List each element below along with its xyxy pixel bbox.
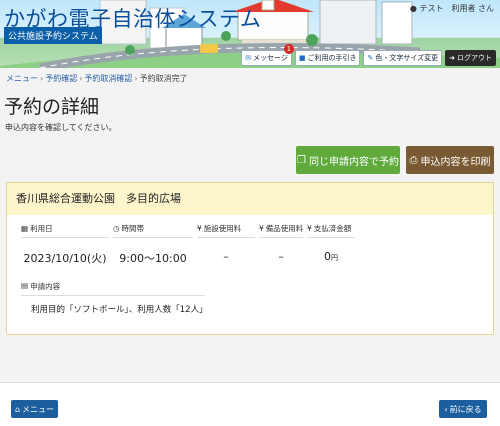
page-title: 予約の詳細 xyxy=(4,96,100,118)
equipment-fee-label: 備品使用料 xyxy=(265,224,304,233)
message-badge: 1 xyxy=(283,44,294,54)
time-value: 9:00～10:00 xyxy=(119,252,187,265)
equipment-fee-column: ¥ 備品使用料 – xyxy=(259,223,303,263)
yen-icon: ¥ xyxy=(307,224,312,233)
logout-icon: ➜ xyxy=(449,54,455,62)
time-column: ◷ 時間帯 9:00～10:00 xyxy=(113,223,193,266)
time-label: 時間帯 xyxy=(121,224,145,233)
application-value: 利用目的「ソフトボール」、利用人数「12人」 xyxy=(31,305,208,315)
paid-amount-value: 0 xyxy=(324,250,331,263)
paid-amount: 0円 xyxy=(307,250,355,263)
page-hint: 申込内容を確認してください。 xyxy=(5,123,117,132)
message-label: メッセージ xyxy=(252,54,288,62)
paid-amount-column: ¥ 支払済金額 0円 xyxy=(307,223,355,263)
document-icon: ▤ xyxy=(21,281,29,290)
message-icon: ✉ xyxy=(245,54,251,62)
guide-button[interactable]: ■ ご利用の手引き xyxy=(294,50,361,66)
breadcrumb-separator: › xyxy=(134,74,138,83)
breadcrumb: メニュー › 予約確認 › 予約取消確認 › 予約取消完了 xyxy=(6,73,188,84)
facility-name: 香川県総合運動公園 多目的広場 xyxy=(7,183,493,215)
breadcrumb-separator: › xyxy=(40,74,44,83)
user-info: ● テスト 利用者 さん xyxy=(410,3,494,14)
breadcrumb-current: 予約取消完了 xyxy=(139,74,188,83)
guide-label: ご利用の手引き xyxy=(307,54,357,62)
menu-button[interactable]: ⌂ メニュー xyxy=(11,400,58,418)
facility-fee-label: 施設使用料 xyxy=(203,224,242,233)
facility-fee-column: ¥ 施設使用料 – xyxy=(197,223,255,263)
reservation-card: 香川県総合運動公園 多目的広場 ▦ 利用日 2023/10/10(火) ◷ 時間… xyxy=(6,182,494,335)
footer-bar: ⌂ メニュー ‹ 前に戻る xyxy=(0,382,500,426)
display-settings-button[interactable]: ✎ 色・文字サイズ変更 xyxy=(363,50,443,66)
same-reservation-button[interactable]: ❐ 同じ申請内容で予約 xyxy=(296,146,400,174)
printer-icon: ⎙ xyxy=(409,154,418,166)
use-date-header: ▦ 利用日 xyxy=(21,223,109,238)
breadcrumb-cancel-confirm[interactable]: 予約取消確認 xyxy=(84,74,132,83)
back-button[interactable]: ‹ 前に戻る xyxy=(439,400,487,418)
application-label: 申請内容 xyxy=(30,282,61,291)
home-icon: ⌂ xyxy=(14,404,21,414)
equipment-fee-value: – xyxy=(278,250,284,263)
use-date-column: ▦ 利用日 2023/10/10(火) xyxy=(21,223,109,266)
chevron-left-icon: ‹ xyxy=(444,404,448,414)
print-button[interactable]: ⎙ 申込内容を印刷 xyxy=(406,146,494,174)
application-header: ▤ 申請内容 xyxy=(21,281,205,296)
paid-amount-unit: 円 xyxy=(331,254,338,262)
logout-label: ログアウト xyxy=(457,54,492,62)
calendar-icon: ▦ xyxy=(21,224,29,233)
display-settings-label: 色・文字サイズ変更 xyxy=(375,54,439,62)
use-date-value: 2023/10/10(火) xyxy=(23,252,107,265)
user-name: テスト 利用者 さん xyxy=(419,4,494,13)
book-icon: ■ xyxy=(298,54,306,62)
pencil-icon: ✎ xyxy=(367,54,374,62)
breadcrumb-separator: › xyxy=(79,74,83,83)
yen-icon: ¥ xyxy=(259,224,264,233)
message-button[interactable]: ✉ メッセージ 1 xyxy=(241,44,294,66)
clock-icon: ◷ xyxy=(113,224,120,233)
site-subtitle: 公共施設予約システム xyxy=(4,27,102,44)
paid-amount-label: 支払済金額 xyxy=(313,224,352,233)
print-label: 申込内容を印刷 xyxy=(420,156,491,168)
site-header: かがわ電子自治体システム 公共施設予約システム ● テスト 利用者 さん ✉ メ… xyxy=(0,0,500,68)
equipment-fee-header: ¥ 備品使用料 xyxy=(259,223,303,238)
breadcrumb-confirm[interactable]: 予約確認 xyxy=(45,74,77,83)
use-date-label: 利用日 xyxy=(30,224,53,233)
facility-fee-header: ¥ 施設使用料 xyxy=(197,223,255,238)
breadcrumb-menu[interactable]: メニュー xyxy=(6,74,38,83)
logout-button[interactable]: ➜ ログアウト xyxy=(445,50,496,66)
back-label: 前に戻る xyxy=(449,404,482,414)
same-reservation-label: 同じ申請内容で予約 xyxy=(308,156,399,168)
facility-fee-value: – xyxy=(223,250,229,263)
menu-label: メニュー xyxy=(22,404,55,414)
header-toolbar: ✉ メッセージ 1 ■ ご利用の手引き ✎ 色・文字サイズ変更 ➜ ログアウト xyxy=(241,44,496,66)
user-icon: ● xyxy=(409,4,417,13)
paid-amount-header: ¥ 支払済金額 xyxy=(307,223,355,238)
yen-icon: ¥ xyxy=(197,224,202,233)
copy-icon: ❐ xyxy=(297,154,306,166)
time-header: ◷ 時間帯 xyxy=(113,223,193,238)
